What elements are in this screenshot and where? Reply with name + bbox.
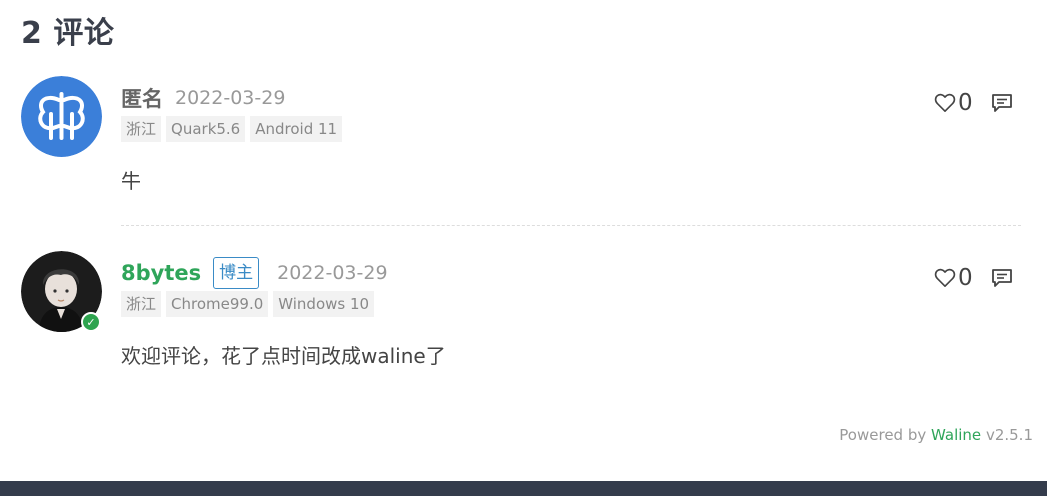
comment-actions: 0: [934, 265, 1013, 291]
comment-title-label: 评论: [53, 16, 115, 51]
comment-icon: [991, 94, 1012, 112]
page-footer-bar: [0, 481, 1047, 496]
powered-by-label: Powered by: [839, 426, 927, 444]
avatar[interactable]: [21, 76, 102, 157]
comment-time: 2022-03-29: [175, 87, 286, 109]
comment-nick: 匿名: [121, 87, 163, 111]
comment-header: 8bytes 博主 2022-03-29: [121, 257, 388, 289]
like-button[interactable]: 0: [934, 265, 973, 291]
heart-icon: [934, 268, 956, 287]
heart-icon: [934, 93, 956, 112]
comment-divider: [121, 225, 1021, 226]
powered-by: Powered by Waline v2.5.1: [839, 426, 1033, 444]
comment-meta: 浙江 Chrome99.0 Windows 10: [121, 291, 375, 317]
comment-header: 匿名 2022-03-29: [121, 82, 285, 114]
comment-item: ✓ 8bytes 博主 2022-03-29 浙江 Chrome99.0 Win…: [21, 251, 1021, 381]
waline-link[interactable]: Waline: [931, 426, 981, 444]
like-count: 0: [958, 90, 973, 116]
like-button[interactable]: 0: [934, 90, 973, 116]
meta-location: 浙江: [121, 116, 162, 142]
butterfly-logo-avatar-icon: [21, 76, 102, 157]
meta-os: Windows 10: [273, 291, 375, 317]
meta-browser: Quark5.6: [166, 116, 246, 142]
comment-content: 欢迎评论，花了点时间改成waline了: [121, 344, 446, 368]
admin-badge: 博主: [213, 257, 260, 289]
comment-count: 2: [21, 16, 43, 51]
meta-os: Android 11: [250, 116, 343, 142]
reply-button[interactable]: [991, 268, 1013, 288]
version-label: v2.5.1: [985, 426, 1033, 444]
reply-button[interactable]: [991, 93, 1013, 113]
comment-meta: 浙江 Quark5.6 Android 11: [121, 116, 343, 142]
like-count: 0: [958, 265, 973, 291]
comment-content: 牛: [121, 169, 141, 193]
verified-icon: ✓: [81, 312, 101, 332]
comment-count-title: 2 评论: [21, 8, 114, 52]
comment-icon: [991, 269, 1012, 287]
comment-item: 匿名 2022-03-29 浙江 Quark5.6 Android 11 牛 0: [21, 76, 1021, 216]
comment-nick-link[interactable]: 8bytes: [121, 261, 201, 285]
meta-browser: Chrome99.0: [166, 291, 269, 317]
meta-location: 浙江: [121, 291, 162, 317]
comment-time: 2022-03-29: [277, 262, 388, 284]
comment-actions: 0: [934, 90, 1013, 116]
